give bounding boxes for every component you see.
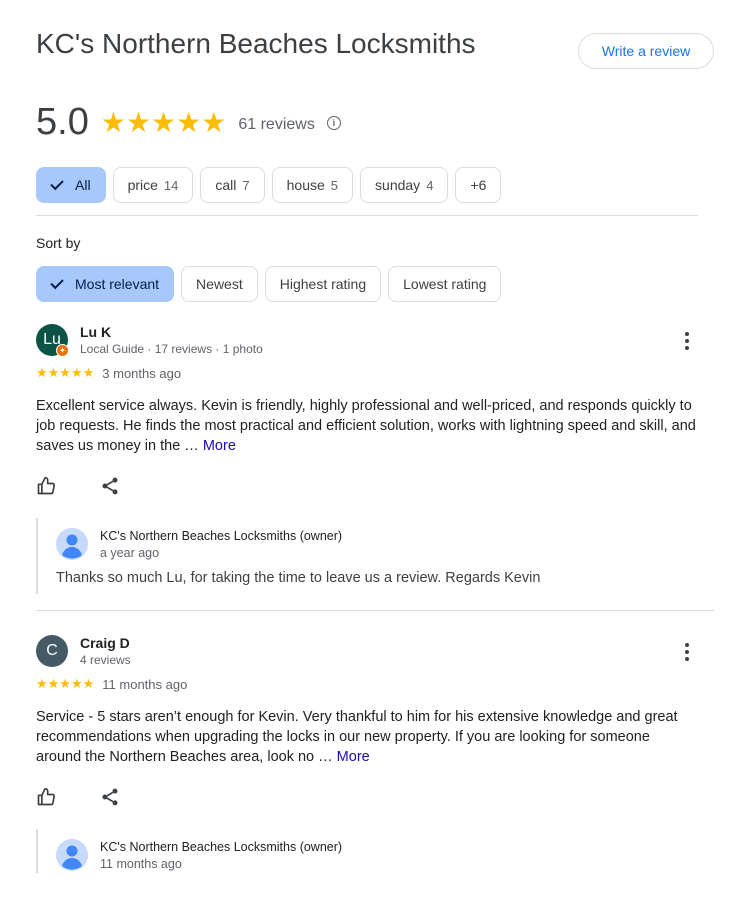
topic-chips: All price 14 call 7 house 5 sunday 4 +6 (36, 167, 502, 203)
review-text: Excellent service always. Kevin is frien… (36, 396, 696, 456)
sort-option-label: Highest rating (279, 276, 367, 292)
sort-label: Sort by (36, 235, 81, 251)
review-time: 3 months ago (102, 365, 182, 381)
sort-option-label: Newest (196, 276, 243, 292)
topic-chip-all[interactable]: All (36, 167, 106, 203)
review-count: 61 reviews (238, 116, 315, 133)
review-card: Lu ✦ Lu K Local Guide · 17 reviews · 1 p… (36, 324, 714, 604)
topic-chip-price[interactable]: price 14 (112, 167, 194, 203)
sort-newest[interactable]: Newest (181, 266, 258, 302)
topic-chip-count: 5 (330, 177, 339, 193)
topic-chip-call[interactable]: call 7 (200, 167, 265, 203)
sort-highest-rating[interactable]: Highest rating (264, 266, 382, 302)
divider (36, 215, 698, 216)
owner-reply: KC's Northern Beaches Locksmiths (owner)… (36, 518, 714, 594)
owner-reply: KC's Northern Beaches Locksmiths (owner)… (36, 829, 714, 873)
topic-chip-label: sunday (375, 177, 421, 193)
reviewer-meta: 4 reviews (80, 653, 131, 667)
check-icon (50, 275, 64, 289)
topic-chip-label: house (286, 177, 325, 193)
owner-reply-text: Thanks so much Lu, for taking the time t… (56, 570, 541, 586)
topic-chip-count: 4 (426, 177, 434, 193)
sort-most-relevant[interactable]: Most relevant (36, 266, 175, 302)
sort-lowest-rating[interactable]: Lowest rating (388, 266, 502, 302)
topic-chip-more[interactable]: +6 (455, 167, 502, 203)
write-review-button[interactable]: Write a review (578, 33, 714, 69)
sort-options: Most relevant Newest Highest rating Lowe… (36, 266, 502, 302)
review-text: Service - 5 stars aren’t enough for Kevi… (36, 707, 696, 767)
topic-chip-count: 7 (242, 177, 250, 193)
review-stars: ★★★★★ (36, 676, 95, 691)
local-guide-badge-icon: ✦ (56, 344, 69, 357)
review-stars: ★★★★★ (36, 365, 95, 380)
more-link[interactable]: More (337, 749, 370, 765)
topic-chip-label: call (215, 177, 237, 193)
check-icon (50, 176, 64, 190)
topic-chip-label: +6 (470, 177, 487, 193)
review-body: Excellent service always. Kevin is frien… (36, 398, 696, 454)
divider (36, 610, 714, 611)
share-icon[interactable] (100, 787, 120, 807)
owner-reply-time: 11 months ago (100, 857, 182, 871)
thumbs-up-icon[interactable] (36, 787, 56, 807)
reviewer-meta: Local Guide · 17 reviews · 1 photo (80, 342, 263, 356)
owner-reply-time: a year ago (100, 546, 160, 560)
owner-avatar-icon (56, 528, 88, 560)
share-icon[interactable] (100, 476, 120, 496)
business-title: KC's Northern Beaches Locksmiths (36, 28, 476, 59)
owner-name: KC's Northern Beaches Locksmiths (owner) (100, 840, 343, 854)
more-vert-icon[interactable] (684, 332, 690, 350)
rating-value: 5.0 (36, 100, 89, 143)
info-icon[interactable]: i (326, 116, 341, 130)
owner-avatar-icon (56, 839, 88, 871)
review-card: C Craig D 4 reviews ★★★★★ 11 months ago … (36, 635, 714, 885)
thumbs-up-icon[interactable] (36, 476, 56, 496)
topic-chip-count: 14 (163, 177, 179, 193)
topic-chip-label: price (127, 177, 158, 193)
more-vert-icon[interactable] (684, 643, 690, 661)
reviewer-name[interactable]: Craig D (80, 635, 130, 651)
more-link[interactable]: More (203, 438, 236, 454)
avatar[interactable]: C (36, 635, 68, 667)
sort-option-label: Lowest rating (403, 276, 487, 292)
avatar-initials: C (46, 642, 58, 659)
topic-chip-house[interactable]: house 5 (271, 167, 354, 203)
review-time: 11 months ago (102, 676, 188, 692)
rating-stars: ★★★★★ (100, 106, 227, 138)
reviewer-name[interactable]: Lu K (80, 324, 111, 340)
topic-chip-label: All (75, 177, 91, 193)
owner-name: KC's Northern Beaches Locksmiths (owner) (100, 529, 343, 543)
topic-chip-sunday[interactable]: sunday 4 (360, 167, 449, 203)
sort-option-label: Most relevant (75, 276, 160, 292)
rating-summary: 5.0 ★★★★★ 61 reviews i (36, 100, 341, 144)
